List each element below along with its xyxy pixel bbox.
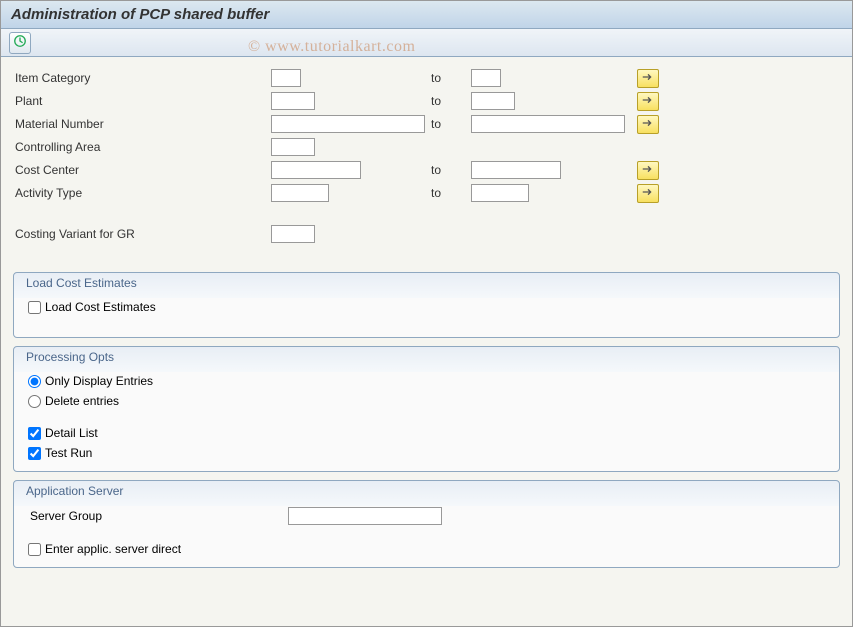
arrow-right-icon	[641, 117, 655, 131]
label-controlling-area: Controlling Area	[13, 140, 271, 154]
group-title-load-estimates: Load Cost Estimates	[22, 272, 141, 292]
only-display-label: Only Display Entries	[45, 374, 153, 388]
arrow-right-icon	[641, 163, 655, 177]
activity-type-from-input[interactable]	[271, 184, 329, 202]
arrow-right-icon	[641, 71, 655, 85]
costing-variant-input[interactable]	[271, 225, 315, 243]
group-title-app-server: Application Server	[22, 480, 127, 500]
row-radio-display: Only Display Entries	[26, 371, 827, 391]
detail-list-checkbox[interactable]	[28, 427, 41, 440]
row-material-number: Material Number to	[13, 113, 840, 135]
load-estimates-check-label: Load Cost Estimates	[45, 300, 156, 314]
window-title: Administration of PCP shared buffer	[1, 1, 852, 29]
label-item-category: Item Category	[13, 71, 271, 85]
group-processing-opts: Processing Opts Only Display Entries Del…	[13, 346, 840, 472]
to-label: to	[431, 94, 471, 108]
row-load-estimates-check: Load Cost Estimates	[26, 297, 827, 317]
item-category-from-input[interactable]	[271, 69, 301, 87]
cost-center-to-input[interactable]	[471, 161, 561, 179]
controlling-area-input[interactable]	[271, 138, 315, 156]
execute-button[interactable]	[9, 32, 31, 54]
to-label: to	[431, 186, 471, 200]
activity-type-more-button[interactable]	[637, 184, 659, 203]
to-label: to	[431, 71, 471, 85]
delete-entries-radio[interactable]	[28, 395, 41, 408]
row-server-group: Server Group	[26, 505, 827, 527]
delete-entries-label: Delete entries	[45, 394, 119, 408]
group-load-cost-estimates: Load Cost Estimates Load Cost Estimates	[13, 272, 840, 338]
cost-center-from-input[interactable]	[271, 161, 361, 179]
row-detail-list: Detail List	[26, 423, 827, 443]
test-run-checkbox[interactable]	[28, 447, 41, 460]
test-run-label: Test Run	[45, 446, 92, 460]
row-costing-variant: Costing Variant for GR	[13, 223, 840, 245]
label-cost-center: Cost Center	[13, 163, 271, 177]
arrow-right-icon	[641, 94, 655, 108]
label-activity-type: Activity Type	[13, 186, 271, 200]
item-category-to-input[interactable]	[471, 69, 501, 87]
arrow-right-icon	[641, 186, 655, 200]
row-plant: Plant to	[13, 90, 840, 112]
row-activity-type: Activity Type to	[13, 182, 840, 204]
material-more-button[interactable]	[637, 115, 659, 134]
plant-more-button[interactable]	[637, 92, 659, 111]
to-label: to	[431, 117, 471, 131]
label-server-group: Server Group	[30, 509, 288, 523]
execute-icon	[13, 34, 27, 51]
detail-list-label: Detail List	[45, 426, 98, 440]
group-application-server: Application Server Server Group Enter ap…	[13, 480, 840, 568]
label-material-number: Material Number	[13, 117, 271, 131]
cost-center-more-button[interactable]	[637, 161, 659, 180]
activity-type-to-input[interactable]	[471, 184, 529, 202]
row-item-category: Item Category to	[13, 67, 840, 89]
enter-direct-label: Enter applic. server direct	[45, 542, 181, 556]
toolbar	[1, 29, 852, 57]
only-display-radio[interactable]	[28, 375, 41, 388]
enter-direct-checkbox[interactable]	[28, 543, 41, 556]
row-cost-center: Cost Center to	[13, 159, 840, 181]
label-plant: Plant	[13, 94, 271, 108]
group-title-processing: Processing Opts	[22, 346, 118, 366]
plant-to-input[interactable]	[471, 92, 515, 110]
item-category-more-button[interactable]	[637, 69, 659, 88]
material-to-input[interactable]	[471, 115, 625, 133]
server-group-input[interactable]	[288, 507, 442, 525]
material-from-input[interactable]	[271, 115, 425, 133]
label-costing-variant: Costing Variant for GR	[13, 227, 271, 241]
main-content: Item Category to Plant to Material Numbe…	[1, 57, 852, 578]
load-estimates-checkbox[interactable]	[28, 301, 41, 314]
row-test-run: Test Run	[26, 443, 827, 463]
plant-from-input[interactable]	[271, 92, 315, 110]
row-radio-delete: Delete entries	[26, 391, 827, 411]
row-controlling-area: Controlling Area	[13, 136, 840, 158]
row-enter-direct: Enter applic. server direct	[26, 539, 827, 559]
to-label: to	[431, 163, 471, 177]
